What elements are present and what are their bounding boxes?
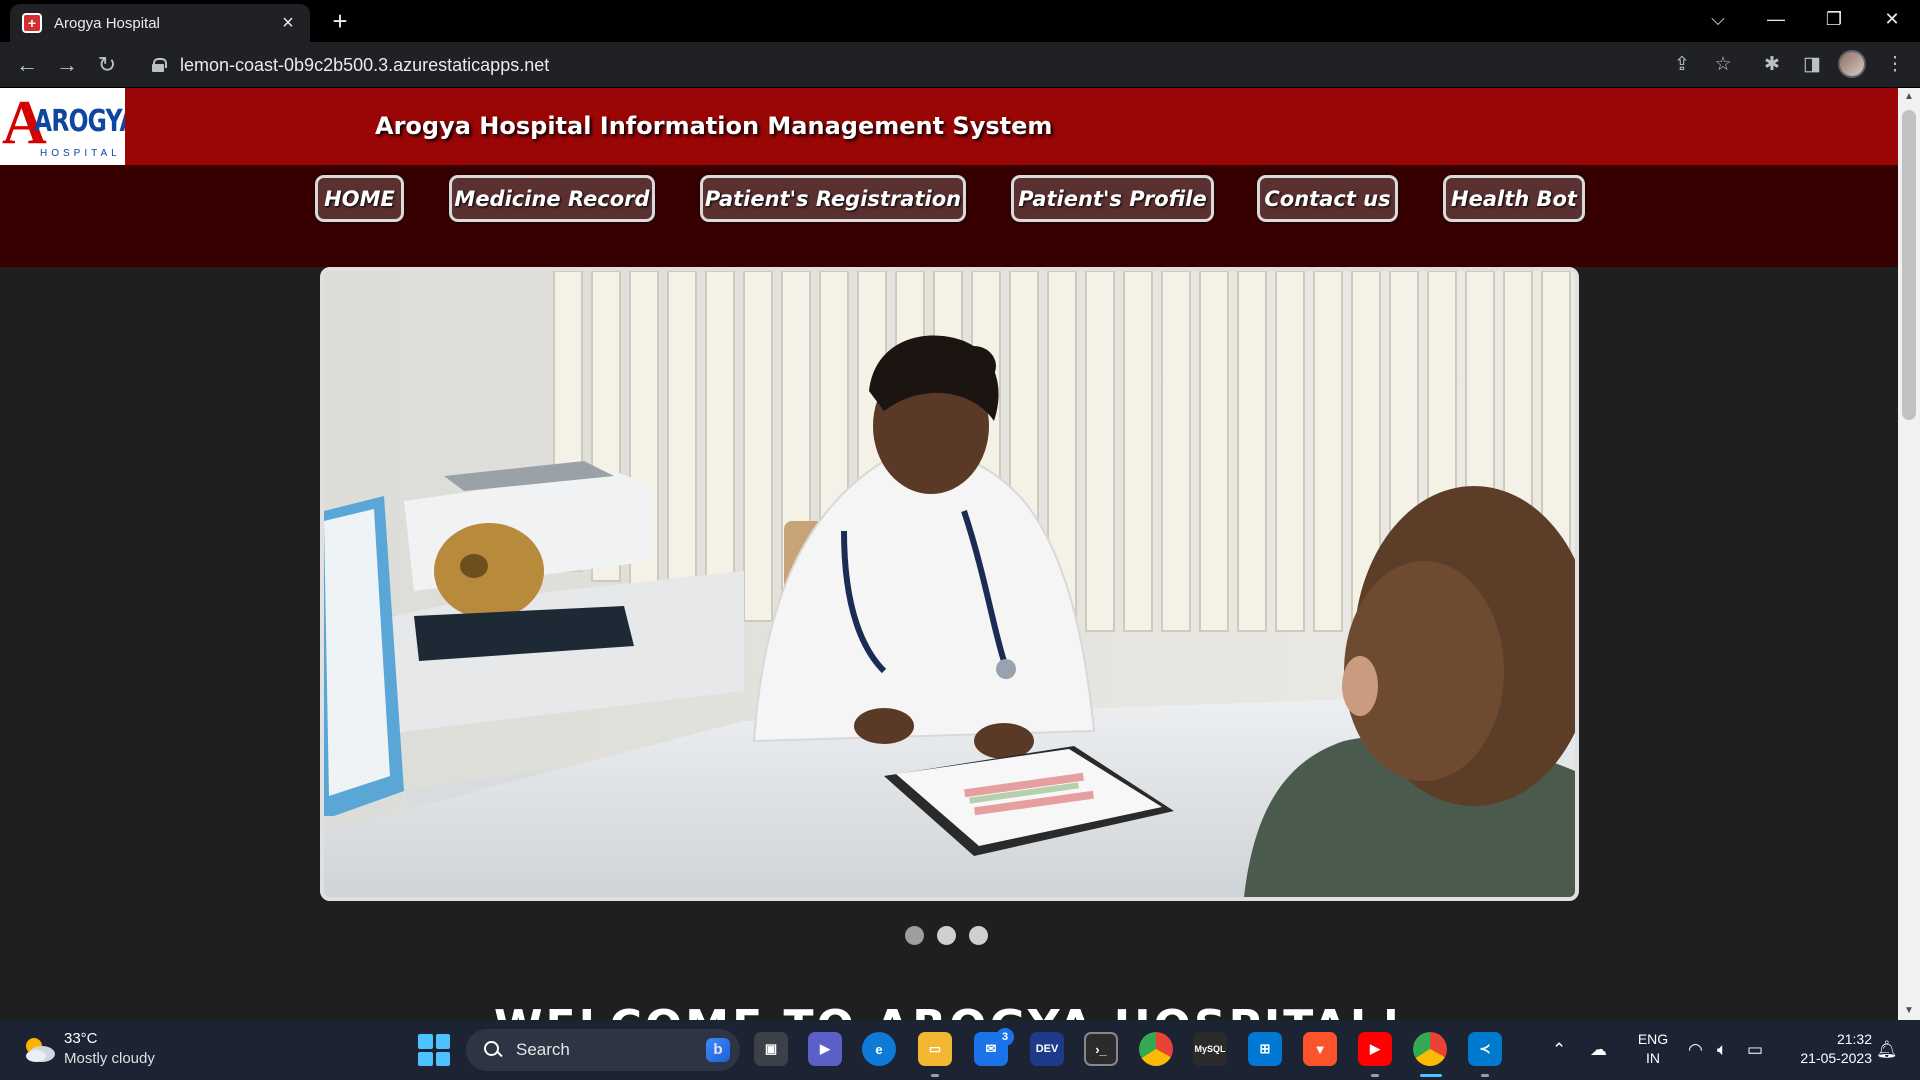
url-text: lemon-coast-0b9c2b500.3.azurestaticapps.… [180, 54, 550, 75]
carousel-dot[interactable] [937, 926, 956, 945]
chrome-profile-icon[interactable] [1413, 1032, 1447, 1066]
search-icon [484, 1041, 502, 1059]
logo-wordmark: AROGYA [34, 104, 125, 139]
bookmark-star-icon[interactable]: ☆ [1708, 50, 1738, 80]
onedrive-cloud-icon[interactable]: ☁ [1590, 1020, 1607, 1080]
nav-contact-us-button[interactable]: Contact us [1257, 175, 1398, 222]
browser-toolbar: ← → ↻ lemon-coast-0b9c2b500.3.azurestati… [0, 42, 1920, 88]
lock-icon[interactable] [152, 58, 167, 72]
notifications-bell-icon[interactable]: 🔔︎ [1876, 1020, 1898, 1080]
lang-code: ENG [1637, 1031, 1669, 1047]
carousel-slide-image[interactable] [320, 267, 1579, 901]
carousel-dot[interactable] [969, 926, 988, 945]
address-bar[interactable]: lemon-coast-0b9c2b500.3.azurestaticapps.… [138, 48, 1738, 82]
nav-health-bot-button[interactable]: Health Bot [1443, 175, 1585, 222]
terminal-icon[interactable]: ›_ [1084, 1032, 1118, 1066]
hospital-logo[interactable]: A AROGYA HOSPITAL [0, 88, 125, 165]
windows-taskbar: 33°C Mostly cloudy Search b ▣ ▶ e ▭ ✉ 3 … [0, 1020, 1920, 1080]
dev-home-icon[interactable]: DEV [1030, 1032, 1064, 1066]
site-header: A AROGYA HOSPITAL Arogya Hospital Inform… [0, 88, 1898, 165]
mysql-icon[interactable]: MySQL [1193, 1032, 1227, 1066]
search-placeholder: Search [516, 1040, 570, 1059]
logo-subtext: HOSPITAL [40, 148, 121, 159]
page-scrollbar[interactable]: ▲ ▼ [1898, 88, 1920, 1020]
forward-button[interactable]: → [52, 50, 82, 80]
cloudy-weather-icon[interactable] [22, 1034, 56, 1064]
scrollbar-thumb[interactable] [1902, 110, 1916, 420]
bing-icon[interactable]: b [706, 1038, 730, 1062]
system-clock[interactable]: 21:32 21-05-2023 [1782, 1030, 1872, 1068]
nav-patient-profile-button[interactable]: Patient's Profile [1011, 175, 1214, 222]
restore-window-button[interactable]: ❐ [1806, 0, 1862, 38]
nav-patient-registration-button[interactable]: Patient's Registration [700, 175, 966, 222]
browser-menu-icon[interactable]: ⋮ [1880, 50, 1910, 80]
file-explorer-icon[interactable]: ▭ [918, 1032, 952, 1066]
weather-description[interactable]: Mostly cloudy [64, 1050, 155, 1067]
browser-tab-bar: + Arogya Hospital × + ⌵ — ❐ ✕ [0, 0, 1920, 42]
tray-chevron-icon[interactable]: ⌃ [1552, 1020, 1566, 1080]
battery-icon[interactable]: ▭ [1747, 1020, 1763, 1080]
main-nav: HOME Medicine Record Patient's Registrat… [0, 165, 1898, 267]
running-indicator [931, 1074, 939, 1077]
taskbar-search-box[interactable]: Search b [466, 1029, 740, 1071]
wifi-icon[interactable]: ◠ [1688, 1020, 1703, 1080]
welcome-heading: WELCOME TO AROGYA HOSPITAL! [0, 1001, 1898, 1020]
reload-button[interactable]: ↻ [92, 50, 122, 80]
screen: + Arogya Hospital × + ⌵ — ❐ ✕ ← → ↻ lemo… [0, 0, 1920, 1080]
carousel-indicators [905, 926, 988, 945]
minimize-window-button[interactable]: — [1748, 0, 1804, 38]
input-language[interactable]: ENG IN [1636, 1030, 1670, 1068]
web-page: A AROGYA HOSPITAL Arogya Hospital Inform… [0, 88, 1898, 1020]
nav-medicine-record-button[interactable]: Medicine Record [449, 175, 655, 222]
site-title: Arogya Hospital Information Management S… [375, 112, 1053, 140]
doctor-consultation-photo [324, 271, 1575, 897]
clock-date: 21-05-2023 [1800, 1050, 1872, 1066]
close-tab-icon[interactable]: × [278, 12, 298, 35]
mail-badge: 3 [996, 1028, 1014, 1046]
youtube-icon[interactable]: ▶ [1358, 1032, 1392, 1066]
running-indicator [1481, 1074, 1489, 1077]
tab-title: Arogya Hospital [54, 14, 160, 32]
clock-time: 21:32 [1836, 1031, 1872, 1047]
active-indicator [1420, 1074, 1442, 1077]
vscode-icon[interactable]: ≺ [1468, 1032, 1502, 1066]
tab-search-chevron-icon[interactable]: ⌵ [1690, 0, 1746, 38]
back-button[interactable]: ← [12, 50, 42, 80]
running-indicator [1371, 1074, 1379, 1077]
hospital-favicon-icon: + [22, 13, 42, 33]
windows-start-icon[interactable] [418, 1034, 450, 1066]
teams-chat-icon[interactable]: ▶ [808, 1032, 842, 1066]
scroll-up-arrow-icon[interactable]: ▲ [1898, 88, 1920, 106]
task-view-icon[interactable]: ▣ [754, 1032, 788, 1066]
chrome-icon[interactable] [1139, 1032, 1173, 1066]
region-code: IN [1646, 1050, 1660, 1066]
close-window-button[interactable]: ✕ [1864, 0, 1920, 38]
nav-home-button[interactable]: HOME [315, 175, 404, 222]
scroll-down-arrow-icon[interactable]: ▼ [1898, 1002, 1920, 1020]
extensions-puzzle-icon[interactable]: ✱ [1757, 50, 1787, 80]
carousel-dot[interactable] [905, 926, 924, 945]
share-icon[interactable]: ⇪ [1667, 50, 1697, 80]
brave-browser-icon[interactable]: ▼ [1303, 1032, 1337, 1066]
weather-temperature[interactable]: 33°C [64, 1030, 98, 1047]
new-tab-button[interactable]: + [325, 6, 355, 36]
browser-tab[interactable]: + Arogya Hospital × [10, 4, 310, 42]
microsoft-store-icon[interactable]: ⊞ [1248, 1032, 1282, 1066]
side-panel-icon[interactable]: ◨ [1797, 50, 1827, 80]
edge-browser-icon[interactable]: e [862, 1032, 896, 1066]
volume-icon[interactable]: 🔈︎ [1717, 1020, 1727, 1080]
profile-avatar[interactable] [1838, 50, 1866, 78]
